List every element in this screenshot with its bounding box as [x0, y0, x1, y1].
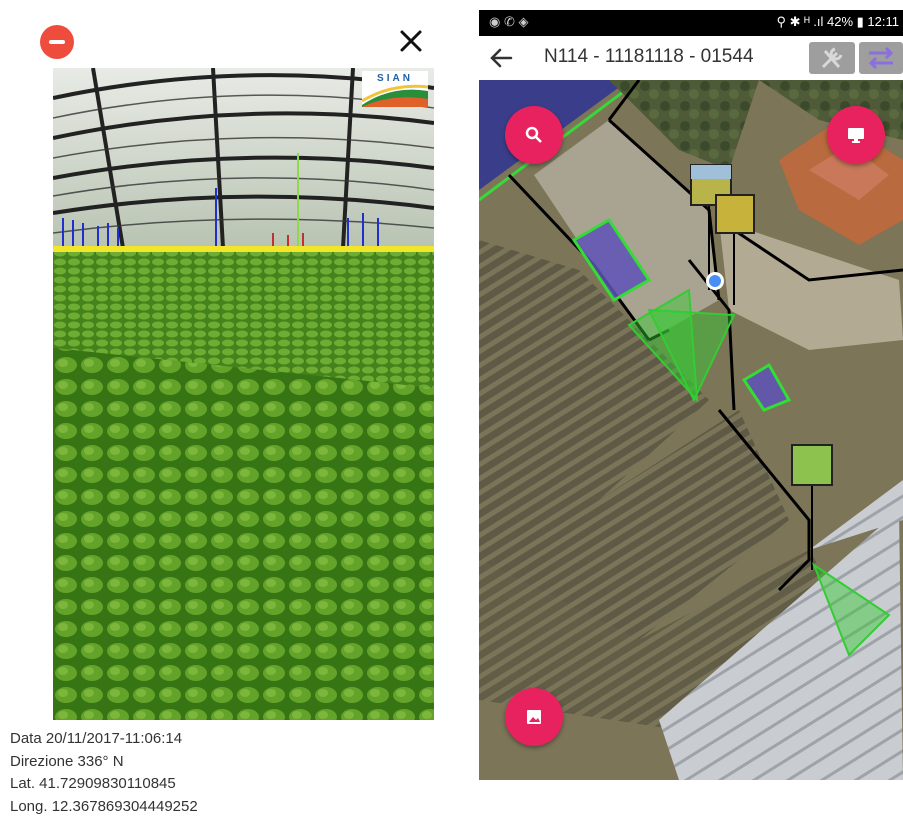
photo-latitude: Lat. 41.72909830110845	[10, 775, 176, 792]
app-bar: N114 - 11181118 - 01544	[479, 36, 903, 80]
monitor-icon	[848, 128, 864, 143]
search-fab[interactable]	[505, 106, 563, 164]
photo-direction: Direzione 336° N	[10, 752, 124, 770]
remove-circle-icon[interactable]	[40, 25, 74, 59]
tools-icon	[821, 47, 843, 69]
bottom-area	[479, 780, 903, 818]
satellite-map[interactable]	[479, 80, 903, 780]
swap-button[interactable]	[859, 42, 903, 74]
panel-divider	[470, 0, 479, 818]
back-arrow-icon[interactable]	[487, 44, 515, 72]
display-fab[interactable]	[827, 106, 885, 164]
image-icon	[527, 710, 541, 724]
tools-button[interactable]	[809, 42, 855, 74]
greenhouse-photo: SIAN	[53, 68, 434, 720]
status-right-info: ⚲ ✱ ᴴ .ıl 42% ▮ 12:11	[776, 14, 899, 29]
gallery-fab[interactable]	[505, 688, 563, 746]
photo-metadata: Data 20/11/2017-11:06:14 Direzione 336° …	[10, 728, 470, 818]
photo-longitude: Long. 12.367869304449252	[10, 797, 198, 815]
parcel-title: N114 - 11181118 - 01544	[544, 46, 754, 67]
swap-icon	[868, 46, 894, 70]
status-bar: ◉ ✆ ◈ ⚲ ✱ ᴴ .ıl 42% ▮ 12:11	[479, 10, 903, 36]
status-left-icons: ◉ ✆ ◈	[489, 14, 529, 29]
photo-detail-panel: SIAN Data 20/11/2017-11:06:14 Direzione …	[0, 0, 470, 818]
close-icon[interactable]	[396, 26, 426, 56]
photo-date: Data 20/11/2017-11:06:14	[10, 730, 183, 747]
search-icon	[525, 126, 542, 143]
map-screen: ◉ ✆ ◈ ⚲ ✱ ᴴ .ıl 42% ▮ 12:11 N114 - 11181…	[479, 0, 903, 780]
sian-logo: SIAN	[362, 71, 428, 107]
